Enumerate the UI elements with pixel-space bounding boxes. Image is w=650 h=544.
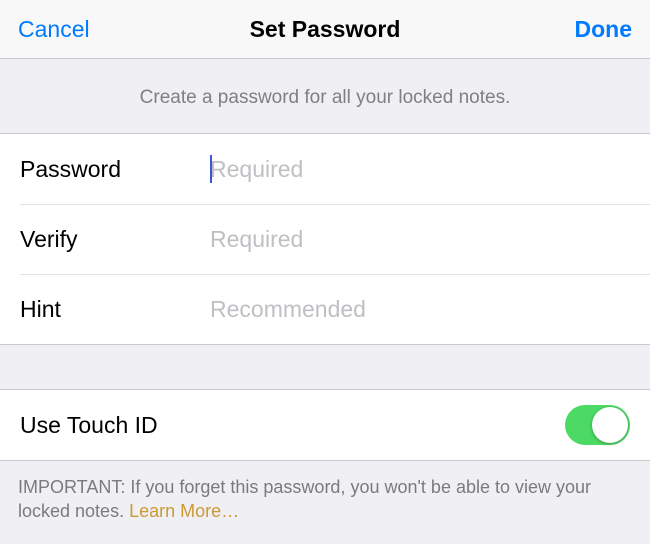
password-fields-group: Password Verify Hint [0, 133, 650, 345]
password-label: Password [20, 156, 210, 183]
cancel-button[interactable]: Cancel [18, 16, 90, 43]
verify-label: Verify [20, 226, 210, 253]
footer-note: IMPORTANT: If you forget this password, … [0, 461, 650, 544]
touch-id-group: Use Touch ID [0, 389, 650, 461]
text-cursor-icon [210, 155, 212, 183]
password-input[interactable] [210, 156, 630, 183]
footer-text: IMPORTANT: If you forget this password, … [18, 477, 591, 521]
done-button[interactable]: Done [575, 16, 633, 43]
touch-id-row: Use Touch ID [0, 390, 650, 460]
touch-id-label: Use Touch ID [20, 412, 158, 439]
hint-row: Hint [0, 274, 650, 344]
nav-bar: Cancel Set Password Done [0, 0, 650, 59]
touch-id-toggle[interactable] [565, 405, 630, 445]
hint-label: Hint [20, 296, 210, 323]
learn-more-link[interactable]: Learn More… [129, 501, 239, 521]
section-header: Create a password for all your locked no… [0, 59, 650, 133]
hint-input[interactable] [210, 296, 630, 323]
password-row: Password [0, 134, 650, 204]
verify-input[interactable] [210, 226, 630, 253]
page-title: Set Password [0, 16, 650, 43]
verify-row: Verify [0, 204, 650, 274]
toggle-knob-icon [592, 407, 628, 443]
spacer [0, 345, 650, 389]
